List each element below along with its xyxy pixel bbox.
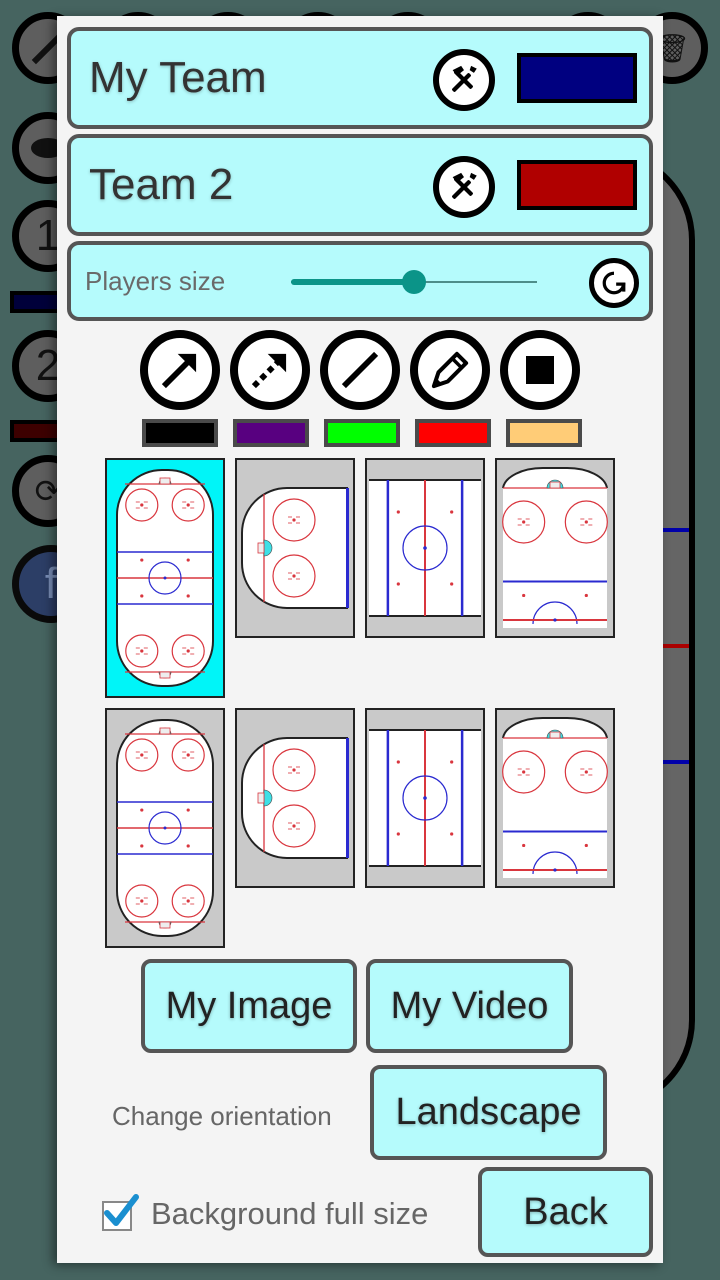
- rink-diagram: [116, 719, 214, 937]
- team-name[interactable]: My Team: [89, 31, 267, 125]
- settings-dialog: My Team Team 2 Players size My Image My …: [57, 16, 663, 1263]
- team-color-swatch[interactable]: [517, 53, 637, 103]
- team-settings-button[interactable]: [433, 49, 495, 111]
- rink-diagram: [241, 737, 349, 859]
- rink-background-option-half-rink-left-alt[interactable]: [235, 708, 355, 888]
- back-button[interactable]: Back: [478, 1167, 653, 1257]
- square-icon: [526, 356, 554, 384]
- players-size-row: Players size: [67, 241, 653, 321]
- background-full-size-checkbox[interactable]: [102, 1194, 139, 1231]
- arrow-icon: [161, 353, 197, 389]
- team-name[interactable]: Team 2: [89, 138, 233, 232]
- draw-color-swatch[interactable]: [506, 419, 582, 447]
- draw-color-swatch[interactable]: [324, 419, 400, 447]
- facebook-icon: f: [44, 559, 58, 608]
- team-settings-button[interactable]: [433, 156, 495, 218]
- my-image-button[interactable]: My Image: [141, 959, 357, 1053]
- team-row-my-team: My Team: [67, 27, 653, 129]
- landscape-button[interactable]: Landscape: [370, 1065, 607, 1160]
- rink-diagram: [369, 479, 481, 617]
- hammer-screwdriver-icon: [452, 172, 477, 199]
- pencil-tool-button[interactable]: [410, 330, 490, 410]
- rink-diagram: [241, 487, 349, 609]
- checkmark-icon: [104, 1194, 139, 1226]
- pencil-icon: [431, 351, 469, 389]
- draw-color-swatch[interactable]: [415, 419, 491, 447]
- dashed-arrow-tool-button[interactable]: [230, 330, 310, 410]
- rink-diagram: [502, 466, 608, 628]
- rectangle-tool-button[interactable]: [500, 330, 580, 410]
- slider-fill: [291, 279, 414, 285]
- rink-background-option-half-rink-left[interactable]: [235, 458, 355, 638]
- draw-tools: [140, 330, 580, 410]
- rink-background-option-full-rink-alt[interactable]: [105, 708, 225, 948]
- my-video-button[interactable]: My Video: [366, 959, 573, 1053]
- slider-thumb[interactable]: [402, 270, 426, 294]
- hammer-screwdriver-icon: [452, 65, 477, 92]
- background-full-size-label[interactable]: Background full size: [151, 1196, 428, 1232]
- draw-color-swatches: [142, 419, 582, 447]
- team-color-swatch[interactable]: [517, 160, 637, 210]
- line-tool-button[interactable]: [320, 330, 400, 410]
- rink-background-option-neutral-zone-alt[interactable]: [365, 708, 485, 888]
- reset-size-button[interactable]: [589, 258, 639, 308]
- rink-background-option-neutral-zone[interactable]: [365, 458, 485, 638]
- line-icon: [341, 351, 379, 389]
- rink-background-option-offensive-zone-alt[interactable]: [495, 708, 615, 888]
- dashed-arrow-icon: [251, 353, 287, 389]
- rink-diagram: [369, 729, 481, 867]
- rink-diagram: [502, 716, 608, 878]
- reset-icon: [602, 271, 626, 295]
- rink-background-option-full-rink[interactable]: [105, 458, 225, 698]
- players-size-label: Players size: [85, 266, 226, 296]
- arrow-tool-button[interactable]: [140, 330, 220, 410]
- players-size-slider[interactable]: [289, 265, 539, 299]
- rink-background-option-offensive-zone[interactable]: [495, 458, 615, 638]
- draw-color-swatch[interactable]: [233, 419, 309, 447]
- rink-diagram: [116, 469, 214, 687]
- change-orientation-label: Change orientation: [112, 1101, 332, 1131]
- draw-color-swatch[interactable]: [142, 419, 218, 447]
- team-row-team-2: Team 2: [67, 134, 653, 236]
